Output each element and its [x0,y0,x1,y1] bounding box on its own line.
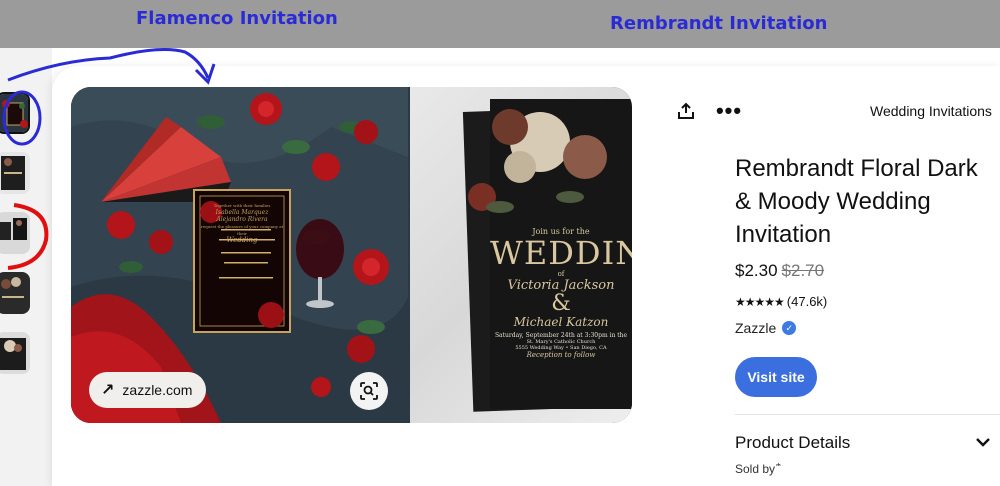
seller-row[interactable]: Zazzle ✓ [735,320,797,336]
current-price: $2.30 [735,261,778,280]
verified-check-icon: ✓ [782,321,797,335]
left-card-line5: Wedding [226,236,258,244]
thumbnail-dark-invite-image [0,152,30,194]
product-title: Rembrandt Floral Dark & Moody Wedding In… [735,155,978,248]
card-amp: & [551,291,571,316]
card-date: Saturday, September 24th at 3:30pm in th… [494,332,628,339]
star-rating-icon: ★★★★★ [735,294,785,309]
product-details-heading[interactable]: Product Details [735,433,850,453]
rating-count: (47.6k) [786,294,828,309]
expand-details-button[interactable] [975,434,991,455]
rembrandt-invitation-image: Join us for the WEDDING of Victoria Jack… [410,87,632,423]
original-price: $2.70 [781,261,825,280]
more-options-button[interactable]: ••• [715,98,743,123]
left-card-line4: request the pleasure of your company at … [200,224,284,236]
thumbnail-suite-image [0,212,30,254]
thumbnail-bouquet-image [0,332,30,374]
thumbnail-flamenco-image [0,94,28,132]
divider [735,414,1000,415]
price-row: $2.30 $2.70 [735,261,824,281]
left-card-line3: Alejandro Rivera [216,216,268,223]
source-link-label: zazzle.com [122,382,193,398]
sold-by-text: Sold by 𞀀 [735,462,779,476]
annotation-rembrandt-label: Rembrandt Invitation [610,13,828,34]
share-icon [678,102,694,119]
more-icon: ••• [715,98,743,123]
left-card-line2: Isabella Marquez [215,209,269,216]
thumbnail-1[interactable] [0,92,30,134]
chevron-down-icon [976,438,990,447]
share-button[interactable] [675,100,697,122]
card-name2: Michael Katzon [513,315,609,329]
card-headline: WEDDING [490,234,632,272]
visit-site-button[interactable]: Visit site [735,357,817,397]
rating-row[interactable]: ★★★★★ (47.6k) [735,294,827,309]
thumbnail-5[interactable] [0,332,30,374]
left-card-text: Together with their families Isabella Ma… [196,202,288,244]
arrow-up-right-icon: ↗ [101,382,115,399]
left-card-line1: Together with their families [213,203,271,208]
thumbnail-2[interactable] [0,152,30,194]
annotation-flamenco-label: Flamenco Invitation [136,8,338,29]
thumbnail-4[interactable] [0,272,30,314]
thumbnail-3[interactable] [0,212,30,254]
source-link[interactable]: ↗ zazzle.com [89,372,207,408]
visual-search-button[interactable] [350,372,388,410]
thumbnail-floral-image [0,272,30,314]
category-link[interactable]: Wedding Invitations [870,103,992,119]
seller-name: Zazzle [735,320,777,336]
rembrandt-card-text: Join us for the WEDDING of Victoria Jack… [490,227,632,359]
visual-search-icon [360,382,378,400]
card-reception: Reception to follow [526,351,596,359]
